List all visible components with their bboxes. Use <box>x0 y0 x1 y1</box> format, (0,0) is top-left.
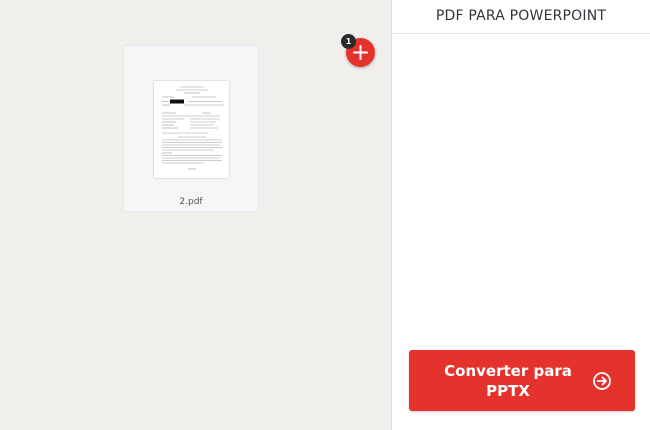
file-count-badge: 1 <box>341 34 356 49</box>
file-name: 2.pdf <box>179 197 203 207</box>
convert-button-label: Converter para PPTX <box>444 362 572 400</box>
file-card[interactable]: 2.pdf <box>123 45 259 212</box>
tool-title: PDF PARA POWERPOINT <box>435 8 607 24</box>
convert-to-pptx-button[interactable]: Converter para PPTX <box>409 350 635 411</box>
tool-sidebar: PDF PARA POWERPOINT Converter para PPTX <box>392 0 650 430</box>
plus-icon <box>353 45 368 60</box>
arrow-right-circle-icon <box>593 372 611 390</box>
sidebar-header: PDF PARA POWERPOINT <box>392 0 650 34</box>
file-workspace: 2.pdf 1 <box>0 0 391 430</box>
pdf-page-thumbnail <box>154 81 229 178</box>
